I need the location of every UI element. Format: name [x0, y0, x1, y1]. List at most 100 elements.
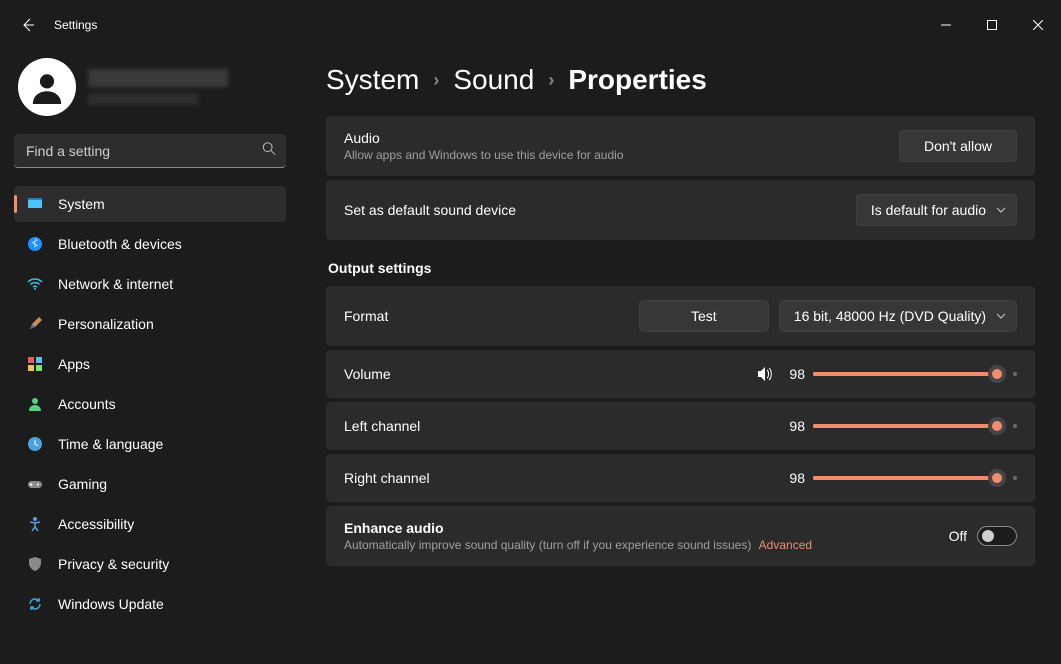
right-channel-title: Right channel	[344, 470, 430, 486]
dont-allow-button[interactable]: Don't allow	[899, 130, 1017, 162]
enhance-title: Enhance audio	[344, 520, 812, 536]
default-device-select[interactable]: Is default for audio	[856, 194, 1017, 226]
sidebar-item-accessibility[interactable]: Accessibility	[14, 506, 286, 542]
profile-name-redacted	[88, 69, 228, 87]
sidebar-item-personalization[interactable]: Personalization	[14, 306, 286, 342]
sidebar: System Bluetooth & devices Network & int…	[0, 50, 300, 664]
slider-max-dot	[1013, 372, 1017, 376]
breadcrumb-sound[interactable]: Sound	[453, 64, 534, 96]
right-channel-card: Right channel 98	[326, 454, 1035, 502]
volume-card: Volume 98	[326, 350, 1035, 398]
test-button[interactable]: Test	[639, 300, 769, 332]
search-input[interactable]	[14, 134, 286, 168]
bluetooth-icon	[26, 235, 44, 253]
audio-permission-card: Audio Allow apps and Windows to use this…	[326, 116, 1035, 176]
audio-desc: Allow apps and Windows to use this devic…	[344, 148, 624, 162]
monitor-icon	[26, 195, 44, 213]
sidebar-nav: System Bluetooth & devices Network & int…	[14, 186, 286, 622]
window-controls	[923, 9, 1061, 41]
enhance-audio-card[interactable]: Enhance audio Automatically improve soun…	[326, 506, 1035, 566]
volume-title: Volume	[344, 366, 391, 382]
titlebar: Settings	[0, 0, 1061, 50]
sidebar-item-label: Personalization	[58, 316, 154, 332]
chevron-down-icon	[996, 202, 1006, 218]
sidebar-item-privacy[interactable]: Privacy & security	[14, 546, 286, 582]
minimize-button[interactable]	[923, 9, 969, 41]
sidebar-item-network[interactable]: Network & internet	[14, 266, 286, 302]
format-select[interactable]: 16 bit, 48000 Hz (DVD Quality)	[779, 300, 1017, 332]
close-button[interactable]	[1015, 9, 1061, 41]
enhance-toggle[interactable]	[977, 526, 1017, 546]
sidebar-item-accounts[interactable]: Accounts	[14, 386, 286, 422]
apps-icon	[26, 355, 44, 373]
paintbrush-icon	[26, 315, 44, 333]
slider-max-dot	[1013, 424, 1017, 428]
slider-max-dot	[1013, 476, 1017, 480]
sidebar-item-label: Gaming	[58, 476, 107, 492]
sidebar-item-time-language[interactable]: Time & language	[14, 426, 286, 462]
volume-slider[interactable]	[813, 364, 1001, 384]
sidebar-item-label: Network & internet	[58, 276, 173, 292]
breadcrumb-system[interactable]: System	[326, 64, 419, 96]
close-icon	[1033, 20, 1043, 30]
default-device-card: Set as default sound device Is default f…	[326, 180, 1035, 240]
profile-email-redacted	[88, 93, 198, 105]
left-channel-card: Left channel 98	[326, 402, 1035, 450]
search-box	[14, 134, 286, 168]
select-value: Is default for audio	[871, 202, 986, 218]
left-channel-title: Left channel	[344, 418, 420, 434]
profile-block[interactable]	[18, 58, 286, 116]
volume-value: 98	[783, 366, 805, 382]
format-card: Format Test 16 bit, 48000 Hz (DVD Qualit…	[326, 286, 1035, 346]
avatar	[18, 58, 76, 116]
advanced-link[interactable]: Advanced	[759, 538, 812, 552]
right-channel-slider[interactable]	[813, 468, 1001, 488]
chevron-right-icon: ›	[433, 70, 439, 91]
left-channel-value: 98	[783, 418, 805, 434]
account-icon	[26, 395, 44, 413]
wifi-icon	[26, 275, 44, 293]
sidebar-item-label: Apps	[58, 356, 90, 372]
profile-text	[88, 69, 228, 105]
sidebar-item-apps[interactable]: Apps	[14, 346, 286, 382]
clock-icon	[26, 435, 44, 453]
sidebar-item-label: Privacy & security	[58, 556, 169, 572]
sidebar-item-gaming[interactable]: Gaming	[14, 466, 286, 502]
sidebar-item-label: Bluetooth & devices	[58, 236, 182, 252]
maximize-button[interactable]	[969, 9, 1015, 41]
update-icon	[26, 595, 44, 613]
enhance-desc: Automatically improve sound quality (tur…	[344, 538, 812, 552]
accessibility-icon	[26, 515, 44, 533]
maximize-icon	[987, 20, 997, 30]
chevron-right-icon: ›	[548, 70, 554, 91]
breadcrumb-properties: Properties	[568, 64, 707, 96]
sidebar-item-windows-update[interactable]: Windows Update	[14, 586, 286, 622]
sidebar-item-label: Accessibility	[58, 516, 134, 532]
sidebar-item-label: System	[58, 196, 105, 212]
person-icon	[30, 70, 64, 104]
arrow-left-icon	[20, 17, 36, 33]
left-channel-slider[interactable]	[813, 416, 1001, 436]
back-button[interactable]	[8, 5, 48, 45]
breadcrumb: System › Sound › Properties	[326, 64, 1035, 96]
gamepad-icon	[26, 475, 44, 493]
sidebar-item-bluetooth[interactable]: Bluetooth & devices	[14, 226, 286, 262]
main-content: System › Sound › Properties Audio Allow …	[300, 50, 1061, 664]
speaker-icon[interactable]	[755, 364, 775, 384]
select-value: 16 bit, 48000 Hz (DVD Quality)	[794, 308, 986, 324]
default-title: Set as default sound device	[344, 202, 516, 218]
chevron-down-icon	[996, 308, 1006, 324]
output-settings-heading: Output settings	[328, 260, 1035, 276]
sidebar-item-label: Accounts	[58, 396, 116, 412]
shield-icon	[26, 555, 44, 573]
sidebar-item-system[interactable]: System	[14, 186, 286, 222]
format-title: Format	[344, 308, 388, 324]
minimize-icon	[941, 20, 951, 30]
sidebar-item-label: Windows Update	[58, 596, 164, 612]
right-channel-value: 98	[783, 470, 805, 486]
search-icon	[262, 142, 276, 161]
window-title: Settings	[54, 18, 97, 32]
audio-title: Audio	[344, 130, 624, 146]
enhance-toggle-state: Off	[949, 528, 967, 544]
sidebar-item-label: Time & language	[58, 436, 163, 452]
